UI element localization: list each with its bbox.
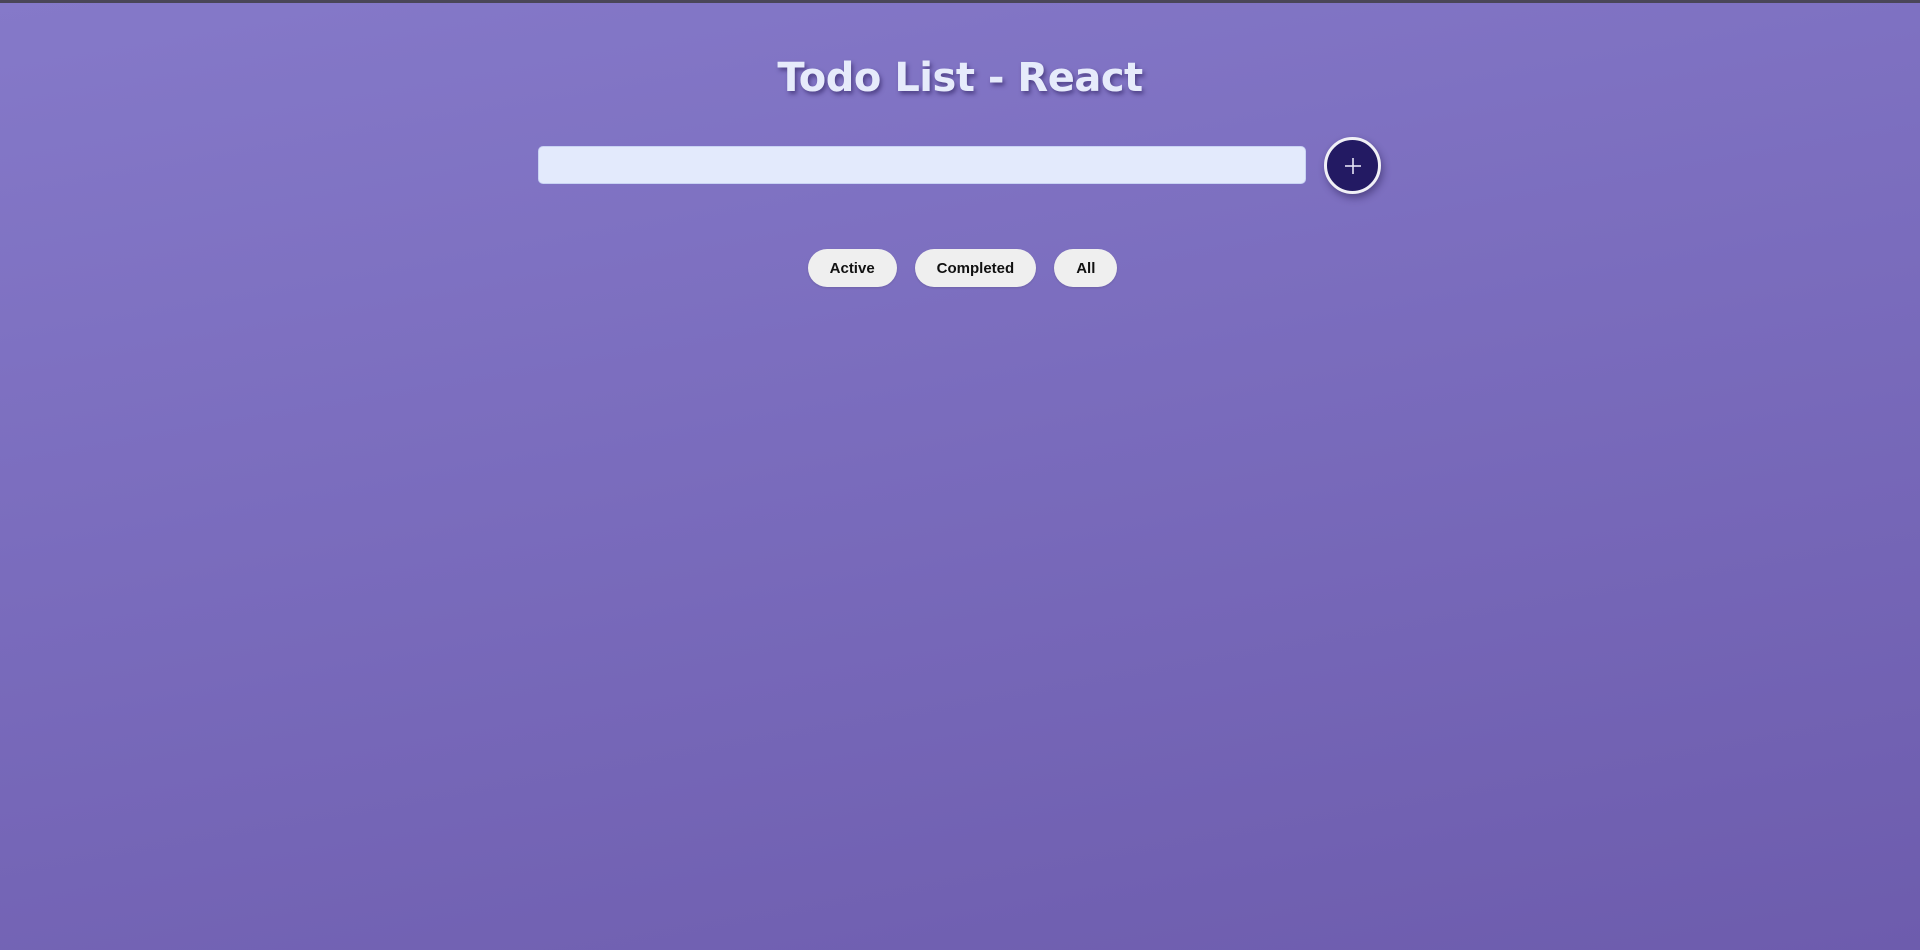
todo-input[interactable] <box>538 146 1306 184</box>
filter-bar: Active Completed All <box>0 249 1920 287</box>
page-title: Todo List - React <box>777 55 1143 101</box>
add-todo-button[interactable] <box>1324 137 1381 194</box>
filter-all-button[interactable]: All <box>1054 249 1118 287</box>
plus-icon <box>1344 157 1362 175</box>
add-todo-form <box>538 137 1382 203</box>
todo-app: Todo List - React Active Completed All <box>0 3 1920 950</box>
filter-completed-button[interactable]: Completed <box>914 249 1037 287</box>
filter-active-button[interactable]: Active <box>807 249 897 287</box>
